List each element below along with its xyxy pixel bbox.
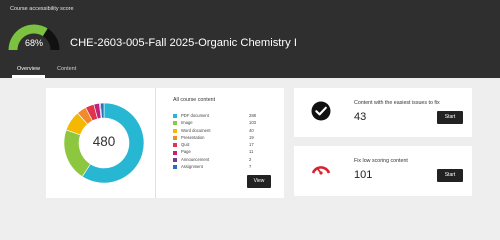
legend-swatch	[173, 136, 177, 141]
content-summary-card: 480 All course content PDF document 288 I…	[46, 88, 284, 198]
content-type-count: 40	[249, 127, 254, 133]
content-type-label: Announcement	[181, 156, 210, 162]
content-type-count: 103	[249, 120, 256, 126]
content-type-label: Assignment	[181, 164, 203, 170]
content-type-row: Image 103	[173, 120, 273, 127]
content-type-row: Announcement 2	[173, 157, 273, 164]
card-divider	[155, 88, 156, 198]
content-type-count: 17	[249, 142, 254, 148]
content-type-list: PDF document 288 Image 103 Word document 40…	[173, 113, 273, 171]
legend-swatch	[173, 143, 177, 148]
content-type-label: Page	[181, 149, 191, 155]
content-list-title: All course content	[173, 97, 216, 103]
easiest-issues-card: Content with the easiest issues to fix 4…	[294, 88, 472, 137]
tab-content[interactable]: Content	[57, 66, 76, 72]
content-type-row: Page 11	[173, 149, 273, 156]
low-scoring-card: Fix low scoring content 101 Start	[294, 146, 472, 196]
content-type-label: Image	[181, 120, 193, 126]
content-type-count: 2	[249, 156, 252, 162]
tab-overview[interactable]: Overview	[17, 66, 40, 72]
content-type-count: 7	[249, 164, 252, 170]
active-tab-indicator	[12, 75, 45, 78]
content-type-row: PDF document 288	[173, 113, 273, 120]
content-type-label: Presentation	[181, 134, 205, 140]
score-label: Course accessibility score	[10, 6, 74, 12]
course-title: CHE-2603-005-Fall 2025-Organic Chemistry…	[70, 37, 297, 49]
content-type-row: Word document 40	[173, 128, 273, 135]
check-circle-icon	[310, 100, 332, 122]
view-button[interactable]: View	[247, 175, 271, 188]
content-type-count: 19	[249, 134, 254, 140]
content-type-label: PDF document	[181, 113, 209, 118]
low-scoring-text: Fix low scoring content	[354, 158, 408, 164]
content-total: 480	[92, 134, 116, 149]
start-low-scoring-button[interactable]: Start	[437, 169, 463, 182]
content-type-label: Quiz	[181, 142, 190, 148]
low-scoring-count: 101	[354, 169, 373, 181]
easiest-issues-text: Content with the easiest issues to fix	[354, 100, 440, 106]
content-type-label: Word document	[181, 127, 211, 133]
content-type-count: 11	[249, 149, 254, 155]
legend-swatch	[173, 121, 177, 126]
legend-swatch	[173, 165, 177, 170]
legend-swatch	[173, 150, 177, 155]
gauge-low-icon	[310, 158, 332, 180]
legend-swatch	[173, 114, 177, 119]
score-value: 68%	[24, 38, 43, 48]
start-easy-fixes-button[interactable]: Start	[437, 111, 463, 124]
legend-swatch	[173, 157, 177, 162]
content-type-row: Assignment 7	[173, 164, 273, 171]
course-header: Course accessibility score 68% CHE-2603-…	[0, 0, 500, 78]
content-type-row: Quiz 17	[173, 142, 273, 149]
easiest-issues-count: 43	[354, 111, 367, 123]
content-type-row: Presentation 19	[173, 135, 273, 142]
legend-swatch	[173, 128, 177, 133]
content-type-count: 288	[249, 113, 256, 118]
